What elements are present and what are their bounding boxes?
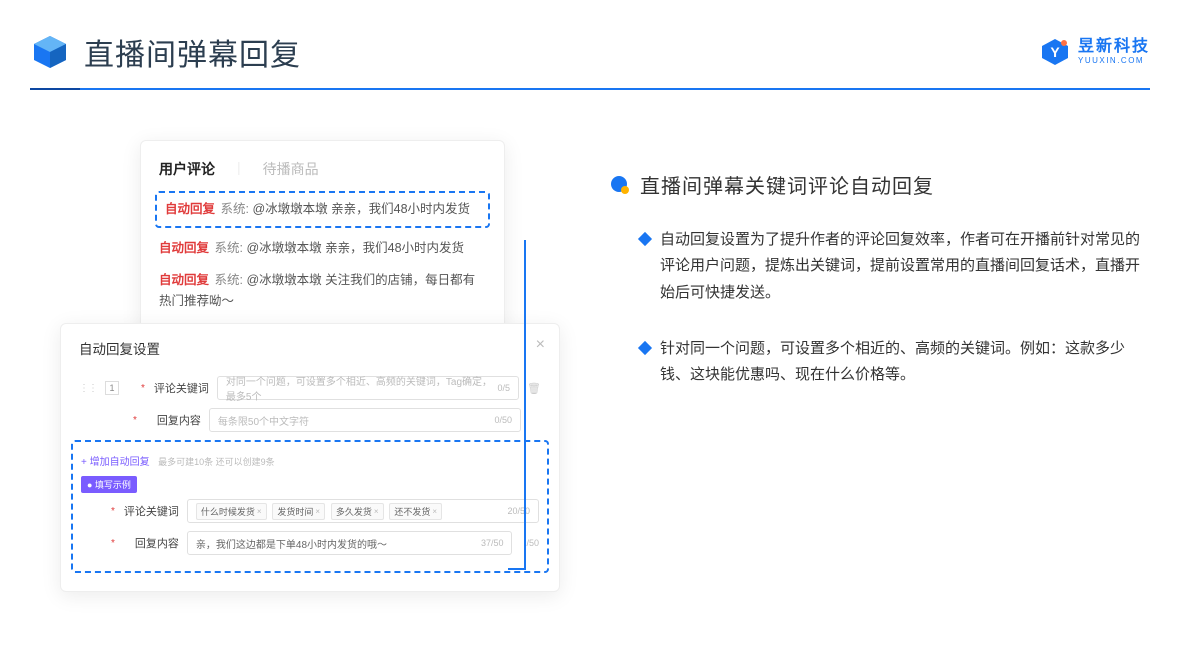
keyword-tag[interactable]: 多久发货×	[331, 503, 384, 520]
tag-remove-icon: ×	[257, 507, 262, 516]
auto-reply-tag: 自动回复	[159, 241, 209, 255]
auto-reply-settings-modal: 自动回复设置 × ⋮⋮ 1 * 评论关键词 对同一个问题，可设置多个相近、高频的…	[60, 323, 560, 592]
system-label: 系统:	[215, 273, 243, 287]
example-badge: ● 填写示例	[81, 476, 137, 493]
tag-remove-icon: ×	[432, 507, 437, 516]
tab-pending-products[interactable]: 待播商品	[263, 159, 319, 179]
cube-icon	[30, 32, 70, 72]
add-hint: 最多可建10条 还可以创建9条	[158, 457, 275, 467]
comment-tabs: 用户评论 | 待播商品	[159, 159, 486, 179]
example-reply-value: 亲，我们这边都是下单48小时内发货的哦～	[196, 536, 387, 551]
bullet-text: 针对同一个问题，可设置多个相近的、高频的关键词。例如：这款多少钱、这块能优惠吗、…	[660, 336, 1140, 389]
section-title: 直播间弹幕关键词评论自动回复	[640, 170, 934, 199]
diamond-icon	[638, 341, 652, 355]
keyword-tag[interactable]: 什么时候发货×	[196, 503, 267, 520]
keyword-tag[interactable]: 还不发货×	[389, 503, 442, 520]
logo-icon: Y	[1040, 37, 1070, 67]
keyword-tag[interactable]: 发货时间×	[272, 503, 325, 520]
drag-handle-icon[interactable]: ⋮⋮	[79, 383, 97, 394]
callout-connector	[508, 240, 526, 570]
reply-label: 回复内容	[145, 412, 201, 428]
brand-logo: Y 昱新科技 YUUXIN.COM	[1040, 37, 1150, 67]
bullet-item: 自动回复设置为了提升作者的评论回复效率，作者可在开播前针对常见的评论用户问题，提…	[610, 227, 1140, 306]
row-index: 1	[105, 381, 119, 395]
tag-remove-icon: ×	[374, 507, 379, 516]
section-heading: 直播间弹幕关键词评论自动回复	[610, 170, 1140, 199]
example-keyword-input[interactable]: 什么时候发货× 发货时间× 多久发货× 还不发货× 20/50	[187, 499, 539, 523]
auto-reply-tag: 自动回复	[165, 202, 215, 216]
page-header: 直播间弹幕回复 Y 昱新科技 YUUXIN.COM	[30, 30, 1150, 74]
required-marker: *	[141, 383, 145, 394]
reply-placeholder: 每条限50个中文字符	[218, 413, 309, 428]
example-section: + 增加自动回复 最多可建10条 还可以创建9条 ● 填写示例 * 评论关键词 …	[71, 440, 549, 573]
bullet-item: 针对同一个问题，可设置多个相近的、高频的关键词。例如：这款多少钱、这块能优惠吗、…	[610, 336, 1140, 389]
close-icon[interactable]: ×	[536, 336, 545, 354]
required-marker: *	[111, 506, 115, 517]
keyword-input[interactable]: 对同一个问题，可设置多个相近、高频的关键词，Tag确定，最多5个 0/5	[217, 376, 519, 400]
required-marker: *	[111, 538, 115, 549]
header-divider	[30, 88, 1150, 90]
tag-remove-icon: ×	[315, 507, 320, 516]
example-keyword-label: 评论关键词	[123, 503, 179, 519]
system-label: 系统:	[221, 202, 249, 216]
example-reply-input[interactable]: 亲，我们这边都是下单48小时内发货的哦～ 37/50	[187, 531, 513, 555]
example-reply-counter: 37/50	[481, 538, 504, 548]
example-reply-label: 回复内容	[123, 535, 179, 551]
svg-text:Y: Y	[1050, 44, 1060, 60]
page-title: 直播间弹幕回复	[84, 30, 301, 74]
comment-text: @冰墩墩本墩 亲亲，我们48小时内发货	[246, 241, 464, 255]
diamond-icon	[638, 232, 652, 246]
keyword-row: ⋮⋮ 1 * 评论关键词 对同一个问题，可设置多个相近、高频的关键词，Tag确定…	[79, 376, 541, 400]
keyword-label: 评论关键词	[153, 380, 209, 396]
system-label: 系统:	[215, 241, 243, 255]
highlighted-comment: 自动回复 系统: @冰墩墩本墩 亲亲，我们48小时内发货	[155, 191, 490, 228]
required-marker: *	[133, 415, 137, 426]
reply-row: * 回复内容 每条限50个中文字符 0/50	[79, 408, 541, 432]
explanation-column: 直播间弹幕关键词评论自动回复 自动回复设置为了提升作者的评论回复效率，作者可在开…	[610, 170, 1140, 418]
tab-user-comments[interactable]: 用户评论	[159, 159, 215, 179]
logo-text-cn: 昱新科技	[1078, 39, 1150, 55]
side-counter: /50	[526, 538, 539, 548]
reply-input[interactable]: 每条限50个中文字符 0/50	[209, 408, 521, 432]
bullet-text: 自动回复设置为了提升作者的评论回复效率，作者可在开播前针对常见的评论用户问题，提…	[660, 227, 1140, 306]
screenshot-panels: 用户评论 | 待播商品 自动回复 系统: @冰墩墩本墩 亲亲，我们48小时内发货…	[60, 140, 570, 592]
bubble-icon	[610, 175, 630, 195]
tab-separator: |	[237, 159, 241, 179]
auto-reply-tag: 自动回复	[159, 273, 209, 287]
delete-icon[interactable]: 🗑	[527, 382, 541, 395]
modal-title: 自动回复设置	[79, 338, 541, 358]
add-auto-reply-link[interactable]: + 增加自动回复	[81, 457, 150, 468]
logo-text-en: YUUXIN.COM	[1078, 57, 1150, 65]
keyword-placeholder: 对同一个问题，可设置多个相近、高频的关键词，Tag确定，最多5个	[226, 373, 498, 403]
comment-card: 用户评论 | 待播商品 自动回复 系统: @冰墩墩本墩 亲亲，我们48小时内发货…	[140, 140, 505, 335]
comment-text: @冰墩墩本墩 亲亲，我们48小时内发货	[252, 202, 470, 216]
